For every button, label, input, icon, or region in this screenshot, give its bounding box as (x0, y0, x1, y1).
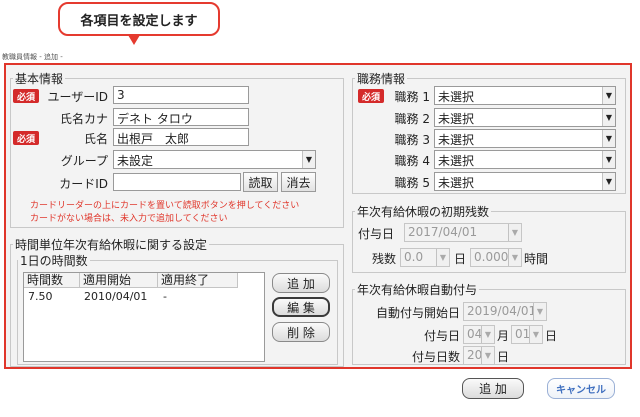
duty-1-label: 職務 1 (394, 90, 430, 104)
chevron-down-icon: ▼ (508, 224, 521, 241)
card-hint-line1: カードリーダーの上にカードを置いて読取ボタンを押してください (30, 201, 300, 211)
group-select-value: 未設定 (117, 154, 154, 168)
duty-5-select[interactable]: 未選択 ▼ (434, 172, 616, 191)
chevron-down-icon: ▼ (508, 249, 521, 266)
chevron-down-icon: ▼ (602, 130, 615, 147)
initial-grant-date-value: 2017/04/01 (408, 225, 478, 239)
grant-day-value: 01 (515, 327, 531, 341)
hourly-leave-legend: 時間単位年次有給休暇に関する設定 (15, 238, 208, 252)
name-kana-label: 氏名カナ (59, 112, 108, 126)
chevron-down-icon: ▼ (602, 109, 615, 126)
auto-grant-start-label: 自動付与開始日 (375, 306, 460, 320)
hourly-edit-button-label: 編 集 (287, 300, 315, 315)
grant-days-unit-label: 日 (497, 350, 510, 364)
column-header: 適用開始 (80, 273, 158, 288)
basic-info-legend: 基本情報 (15, 72, 64, 86)
remaining-hours-value: 0.000 (474, 250, 509, 264)
grant-day-select[interactable]: 01 ▼ (511, 325, 543, 344)
add-button[interactable]: 追 加 (462, 378, 524, 399)
required-badge: 必須 (13, 89, 39, 103)
duty-1-value: 未選択 (438, 90, 475, 104)
daily-hours-legend: 1日の時間数 (20, 254, 88, 268)
name-kana-input[interactable]: デネト タロウ (113, 108, 249, 126)
days-unit-label: 日 (454, 252, 467, 266)
cancel-button-label: キャンセル (556, 385, 606, 396)
auto-grant-start-select[interactable]: 2019/04/01 ▼ (463, 302, 547, 321)
duty-2-label: 職務 2 (394, 112, 430, 126)
column-header: 適用終了 (158, 273, 238, 288)
duty-2-value: 未選択 (438, 112, 475, 126)
instruction-callout: 各項目を設定します (58, 2, 220, 36)
duty-1-select[interactable]: 未選択 ▼ (434, 86, 616, 105)
daily-hours-table[interactable]: 時間数 適用開始 適用終了 7.50 2010/04/01 - (23, 272, 265, 362)
chevron-down-icon: ▼ (436, 249, 449, 266)
initial-grant-date-select[interactable]: 2017/04/01 ▼ (404, 223, 522, 242)
table-cell-end: - (163, 290, 167, 303)
card-hint-line2: カードがない場合は、未入力で追加してください (30, 214, 228, 224)
user-id-label: ユーザーID (47, 90, 108, 104)
duty-info-legend: 職務情報 (357, 72, 406, 86)
chevron-down-icon: ▼ (302, 151, 315, 168)
name-input[interactable]: 出根戸 太郎 (113, 128, 249, 146)
remaining-hours-select[interactable]: 0.000 ▼ (470, 248, 522, 267)
chevron-down-icon: ▼ (529, 326, 542, 343)
grant-month-value: 04 (467, 327, 483, 341)
duty-3-select[interactable]: 未選択 ▼ (434, 129, 616, 148)
duty-4-select[interactable]: 未選択 ▼ (434, 150, 616, 169)
day-unit-label: 日 (545, 329, 558, 343)
duty-3-label: 職務 3 (394, 133, 430, 147)
remaining-days-select[interactable]: 0.0 ▼ (400, 248, 450, 267)
duty-4-value: 未選択 (438, 154, 475, 168)
chevron-down-icon: ▼ (602, 87, 615, 104)
hourly-add-button-label: 追 加 (287, 276, 315, 291)
duty-2-select[interactable]: 未選択 ▼ (434, 108, 616, 127)
duty-3-value: 未選択 (438, 133, 475, 147)
required-badge: 必須 (13, 131, 39, 145)
duty-5-value: 未選択 (438, 176, 475, 190)
required-badge: 必須 (358, 89, 384, 103)
column-header: 時間数 (24, 273, 80, 288)
window-title: 教職員情報 - 追加 - (2, 53, 63, 61)
group-select[interactable]: 未設定 ▼ (113, 150, 316, 169)
duty-4-label: 職務 4 (394, 154, 430, 168)
chevron-down-icon: ▼ (602, 173, 615, 190)
initial-leave-legend: 年次有給休暇の初期残数 (357, 205, 490, 219)
grant-month-select[interactable]: 04 ▼ (463, 325, 495, 344)
callout-pointer (128, 35, 140, 45)
remaining-days-value: 0.0 (404, 250, 424, 264)
group-label: グループ (60, 154, 108, 168)
name-label: 氏名 (83, 132, 108, 146)
auto-grant-day-label: 付与日 (423, 329, 460, 343)
cancel-button[interactable]: キャンセル (547, 378, 615, 399)
chevron-down-icon: ▼ (481, 347, 494, 364)
chevron-down-icon: ▼ (481, 326, 494, 343)
hours-unit-label: 時間 (524, 252, 549, 266)
grant-days-select[interactable]: 20 ▼ (463, 346, 495, 365)
grant-days-value: 20 (467, 348, 483, 362)
auto-grant-legend: 年次有給休暇自動付与 (357, 283, 478, 297)
auto-grant-start-value: 2019/04/01 (467, 304, 537, 318)
add-button-label: 追 加 (479, 382, 507, 396)
table-cell-start: 2010/04/01 (84, 290, 148, 303)
hourly-edit-button[interactable]: 編 集 (272, 297, 330, 317)
grant-days-label: 付与日数 (411, 350, 460, 364)
card-id-input[interactable] (113, 173, 241, 191)
erase-card-button-label: 消去 (286, 175, 311, 190)
card-id-label: カードID (59, 177, 108, 191)
user-id-input[interactable]: 3 (113, 86, 249, 104)
grant-date-label: 付与日 (358, 227, 395, 241)
hourly-delete-button-label: 削 除 (287, 325, 315, 340)
duty-5-label: 職務 5 (394, 176, 430, 190)
chevron-down-icon: ▼ (602, 151, 615, 168)
hourly-add-button[interactable]: 追 加 (272, 273, 330, 293)
read-card-button[interactable]: 読取 (243, 172, 278, 192)
table-cell-hours: 7.50 (28, 290, 53, 303)
month-unit-label: 月 (497, 329, 510, 343)
erase-card-button[interactable]: 消去 (281, 172, 316, 192)
hourly-delete-button[interactable]: 削 除 (272, 322, 330, 342)
chevron-down-icon: ▼ (533, 303, 546, 320)
remaining-label: 残数 (372, 252, 397, 266)
callout-text: 各項目を設定します (80, 13, 198, 29)
read-card-button-label: 読取 (248, 175, 273, 190)
